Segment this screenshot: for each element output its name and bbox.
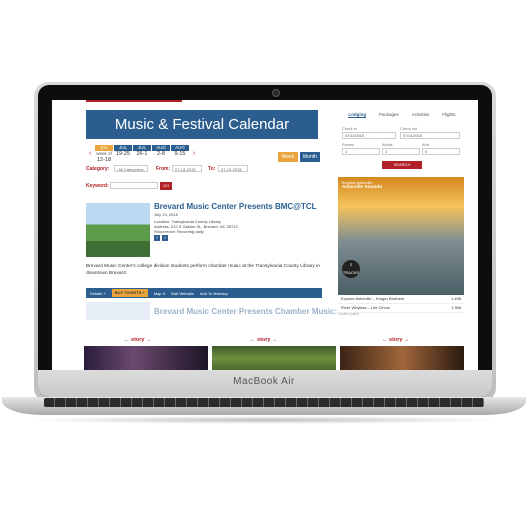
- event-action-bar: Details + BUY TICKETS + Map It Visit Web…: [86, 288, 322, 298]
- rooms-select[interactable]: 1: [342, 148, 380, 155]
- camera-icon: [272, 89, 280, 97]
- go-button[interactable]: GO: [160, 182, 172, 190]
- adults-label: Adults: [382, 143, 393, 147]
- event-thumbnail[interactable]: [86, 203, 150, 257]
- event-title: Brevard Music Center Presents Chamber Mu…: [154, 307, 338, 316]
- check-in-label: Check in: [342, 127, 357, 131]
- keyword-input[interactable]: [110, 182, 158, 189]
- week-view-button[interactable]: Week: [278, 152, 298, 162]
- track-plays: 1,398: [450, 305, 461, 310]
- keyboard-edge: [44, 398, 484, 407]
- track-count: 2: [349, 262, 353, 267]
- tab-packages[interactable]: Packages: [379, 112, 399, 118]
- category-select[interactable]: -All Categories-: [114, 165, 148, 172]
- laptop: Music & Festival Calendar ‹ JUL week of 12…: [0, 0, 528, 528]
- story-link[interactable]: ← story →: [382, 337, 410, 343]
- search-button[interactable]: SEARCH: [382, 161, 422, 169]
- story-image-concert[interactable]: [84, 346, 208, 370]
- check-in-input[interactable]: 07/13/2015: [342, 132, 396, 139]
- cookie-policy-link[interactable]: Cookie policy: [338, 312, 359, 316]
- story-link[interactable]: ← story →: [124, 337, 152, 343]
- buy-tickets-button[interactable]: BUY TICKETS +: [111, 289, 148, 297]
- soundcloud-player[interactable]: [338, 177, 464, 295]
- event-recurrence: Recurrence: Recurring daily: [154, 229, 204, 234]
- details-link[interactable]: Details +: [90, 291, 106, 296]
- event-date: July 13, 2015: [154, 212, 178, 217]
- week-range: 12-18: [96, 157, 112, 163]
- share-icons: f t: [154, 235, 168, 241]
- track-row[interactable]: Explore Asheville – Kruger Brothers 1,498: [338, 295, 464, 304]
- keyword-label: Keyword:: [86, 183, 109, 189]
- twitter-icon[interactable]: t: [162, 235, 168, 241]
- story-link[interactable]: ← story →: [250, 337, 278, 343]
- week-cell[interactable]: AUG 9-15: [171, 145, 189, 163]
- browser-viewport: Music & Festival Calendar ‹ JUL week of 12…: [52, 100, 478, 370]
- track-plays: 1,498: [450, 296, 461, 301]
- week-range: 2-8: [157, 151, 165, 157]
- kids-label: Kids: [422, 143, 430, 147]
- event-title[interactable]: Brevard Music Center Presents BMC@TCL: [154, 202, 317, 211]
- rooms-label: Rooms: [342, 143, 355, 147]
- event-thumbnail: [86, 302, 150, 320]
- event-description: Brevard Music Center's college division …: [86, 264, 320, 276]
- to-date-input[interactable]: 07-19-2015: [218, 165, 248, 172]
- week-cell[interactable]: JUL week of 12-18: [95, 145, 113, 163]
- map-it-link[interactable]: Map It: [154, 291, 165, 296]
- week-cell[interactable]: JUL 19-25: [114, 145, 132, 163]
- week-cell[interactable]: JUL 26-1: [133, 145, 151, 163]
- story-image-festival[interactable]: [212, 346, 336, 370]
- category-label: Category:: [86, 166, 110, 172]
- track-name: Explore Asheville – Kruger Brothers: [341, 296, 405, 301]
- tab-lodging[interactable]: Lodging: [348, 112, 367, 118]
- from-label: From:: [156, 166, 171, 172]
- month-view-button[interactable]: Month: [300, 152, 320, 162]
- check-out-label: Check out: [400, 127, 418, 131]
- week-range: 19-25: [115, 151, 131, 157]
- header-accent-bar: [86, 100, 182, 102]
- week-range: 9-15: [174, 151, 186, 157]
- week-range: 26-1: [136, 151, 148, 157]
- event-item-faded[interactable]: Brevard Music Center Presents Chamber Mu…: [86, 302, 337, 322]
- track-count-badge: 2 TRACKS: [342, 260, 360, 278]
- track-list: Explore Asheville – Kruger Brothers 1,498…: [338, 295, 464, 313]
- visit-website-link[interactable]: Visit Website: [171, 291, 194, 296]
- laptop-shadow: [20, 416, 508, 424]
- tab-activities[interactable]: Activities: [412, 112, 430, 118]
- adults-select[interactable]: 1: [382, 148, 420, 155]
- kids-select[interactable]: 0: [422, 148, 460, 155]
- week-cell[interactable]: AUG 2-8: [152, 145, 170, 163]
- soundcloud-playlist[interactable]: Asheville Sounds: [342, 185, 382, 190]
- facebook-icon[interactable]: f: [154, 235, 160, 241]
- laptop-brand: MacBook Air: [233, 376, 295, 387]
- week-selector: ‹ JUL week of 12-18 JUL 19-25 JUL 26-1 AUG 2-…: [86, 145, 198, 163]
- from-date-input[interactable]: 07-13-2015: [172, 165, 202, 172]
- to-label: To:: [208, 166, 216, 172]
- soundcloud-header: Explore Asheville Asheville Sounds: [342, 180, 382, 190]
- add-to-itinerary-link[interactable]: Add To Itinerary: [200, 291, 228, 296]
- next-week-icon[interactable]: ›: [190, 145, 198, 163]
- check-out-input[interactable]: 07/14/2015: [400, 132, 460, 139]
- track-name: River Whyless – Life Circus: [341, 305, 390, 310]
- track-label: TRACKS: [342, 270, 360, 275]
- page-title: Music & Festival Calendar: [86, 110, 318, 139]
- prev-week-icon[interactable]: ‹: [86, 145, 94, 163]
- story-image-guitarist[interactable]: [340, 346, 464, 370]
- tab-flights[interactable]: Flights: [442, 112, 455, 118]
- booking-tabs: Lodging Packages Activities Flights: [342, 112, 462, 118]
